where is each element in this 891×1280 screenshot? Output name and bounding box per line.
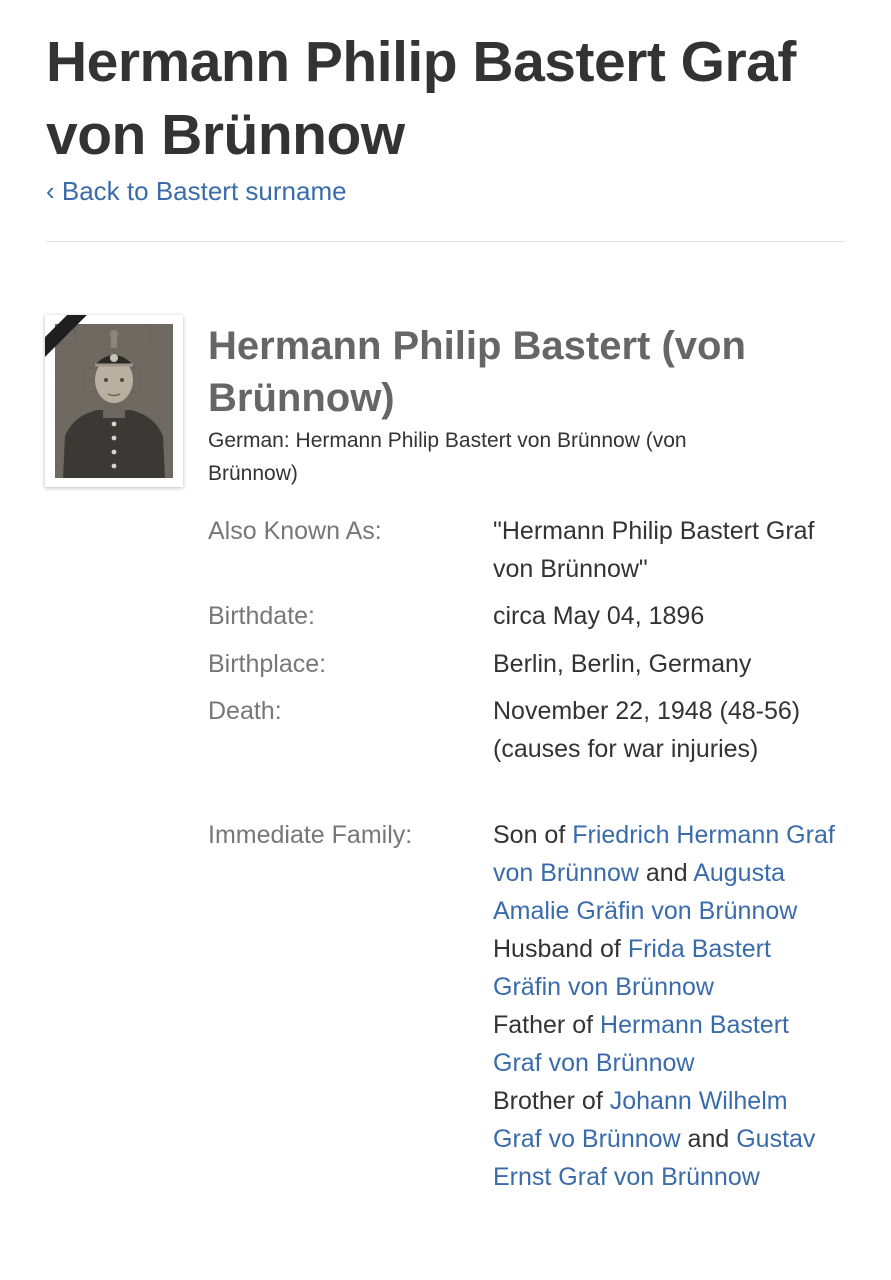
and-text: and <box>687 1125 730 1153</box>
aka-value: "Hermann Philip Bastert Graf von Brünnow… <box>493 517 815 583</box>
death-label: Death: <box>208 697 282 725</box>
profile-photo[interactable] <box>45 315 183 487</box>
divider <box>46 241 845 242</box>
birthdate-label: Birthdate: <box>208 602 316 630</box>
birthplace-label: Birthplace: <box>208 650 327 678</box>
son-of-text: Son of <box>493 821 566 849</box>
back-to-surname-link[interactable]: ‹ Back to Bastert surname <box>46 174 347 208</box>
father-of-text: Father of <box>493 1011 594 1039</box>
brother-of-text: Brother of <box>493 1087 603 1115</box>
portrait-photo-icon <box>55 324 173 478</box>
and-text: and <box>645 859 688 887</box>
aka-label: Also Known As: <box>208 517 382 545</box>
birthplace-value: Berlin, Berlin, Germany <box>493 650 752 678</box>
immediate-family-label: Immediate Family: <box>208 821 413 849</box>
profile-name: Hermann Philip Bastert (von Brünnow) <box>208 324 746 420</box>
native-name: German: Hermann Philip Bastert von Brünn… <box>208 429 687 485</box>
husband-of-text: Husband of <box>493 935 621 963</box>
immediate-family-value: Son of Friedrich Hermann Graf von Brünno… <box>493 816 838 1196</box>
death-value: November 22, 1948 (48-56) (causes for wa… <box>493 697 801 763</box>
profile-page: Hermann Philip Bastert Graf von Brünnow … <box>0 0 891 1280</box>
page-title: Hermann Philip Bastert Graf von Brünnow <box>46 30 796 167</box>
birthdate-value: circa May 04, 1896 <box>493 602 705 630</box>
